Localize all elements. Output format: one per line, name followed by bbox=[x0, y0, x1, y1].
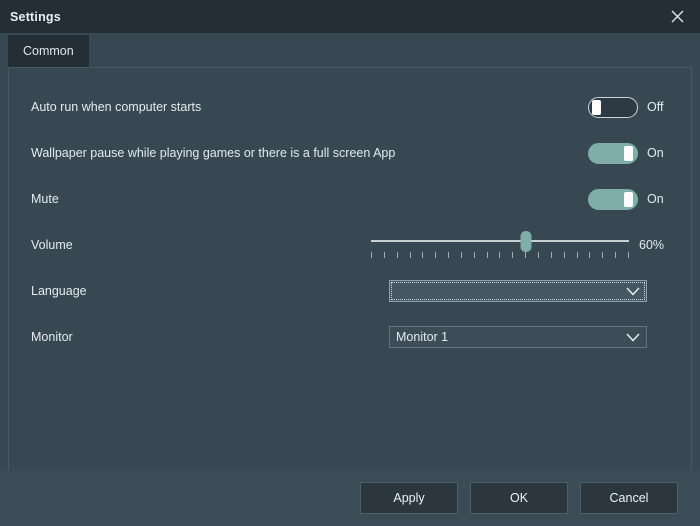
volume-tick bbox=[550, 252, 552, 258]
volume-tick bbox=[499, 252, 501, 258]
autorun-toggle-knob bbox=[592, 99, 601, 115]
wallpaper-pause-toggle-knob bbox=[624, 145, 633, 161]
volume-slider-track bbox=[371, 240, 629, 242]
mute-control: On bbox=[588, 188, 669, 210]
volume-tick bbox=[383, 252, 385, 258]
volume-tick bbox=[589, 252, 591, 258]
row-monitor: Monitor Monitor 1 bbox=[9, 314, 691, 360]
volume-tick bbox=[576, 252, 578, 258]
language-block bbox=[389, 280, 669, 302]
volume-label: Volume bbox=[31, 238, 73, 252]
window-title: Settings bbox=[10, 9, 61, 24]
row-mute: Mute On bbox=[9, 176, 691, 222]
mute-toggle[interactable]: On bbox=[588, 188, 669, 210]
volume-tick bbox=[615, 252, 617, 258]
volume-tick bbox=[422, 252, 424, 258]
mute-toggle-knob bbox=[624, 191, 633, 207]
monitor-select[interactable]: Monitor 1 bbox=[389, 326, 647, 348]
close-icon bbox=[671, 10, 684, 23]
volume-tick bbox=[460, 252, 462, 258]
apply-button[interactable]: Apply bbox=[360, 482, 458, 514]
volume-tick bbox=[396, 252, 398, 258]
volume-tick bbox=[512, 252, 514, 258]
volume-tick bbox=[371, 252, 372, 258]
monitor-label: Monitor bbox=[31, 330, 73, 344]
volume-tick bbox=[435, 252, 437, 258]
monitor-select-value: Monitor 1 bbox=[396, 330, 449, 344]
autorun-toggle[interactable]: Off bbox=[588, 96, 669, 118]
settings-panel: Auto run when computer starts Off Wallpa… bbox=[8, 67, 692, 470]
wallpaper-pause-label: Wallpaper pause while playing games or t… bbox=[31, 146, 396, 160]
mute-toggle-track[interactable] bbox=[588, 188, 638, 210]
row-volume: Volume 60% bbox=[9, 222, 691, 268]
volume-tick bbox=[525, 252, 527, 258]
autorun-label: Auto run when computer starts bbox=[31, 100, 202, 114]
autorun-toggle-track[interactable] bbox=[588, 96, 638, 118]
tab-strip: Common bbox=[0, 33, 700, 69]
chevron-down-icon[interactable] bbox=[620, 281, 646, 301]
autorun-toggle-state: Off bbox=[647, 100, 664, 114]
volume-tick bbox=[602, 252, 604, 258]
mute-toggle-state: On bbox=[647, 192, 664, 206]
title-bar: Settings bbox=[0, 0, 700, 33]
ok-button[interactable]: OK bbox=[470, 482, 568, 514]
autorun-control: Off bbox=[588, 96, 669, 118]
language-select[interactable] bbox=[389, 280, 647, 302]
tab-common[interactable]: Common bbox=[8, 35, 89, 69]
tab-common-label: Common bbox=[23, 44, 74, 58]
volume-tick bbox=[627, 252, 629, 258]
monitor-control: Monitor 1 bbox=[389, 326, 669, 348]
volume-tick bbox=[537, 252, 539, 258]
volume-slider[interactable] bbox=[371, 228, 629, 262]
row-language: Language bbox=[9, 268, 691, 314]
chevron-down-icon[interactable] bbox=[620, 327, 646, 347]
mute-label: Mute bbox=[31, 192, 59, 206]
language-label: Language bbox=[31, 284, 87, 298]
wallpaper-pause-toggle[interactable]: On bbox=[588, 142, 669, 164]
dialog-footer: Apply OK Cancel bbox=[0, 470, 700, 526]
close-button[interactable] bbox=[654, 0, 700, 33]
volume-slider-ticks bbox=[371, 252, 629, 258]
volume-value: 60% bbox=[639, 238, 665, 252]
volume-slider-area: 60% bbox=[371, 228, 669, 262]
wallpaper-pause-toggle-track[interactable] bbox=[588, 142, 638, 164]
wallpaper-pause-toggle-state: On bbox=[647, 146, 664, 160]
cancel-button[interactable]: Cancel bbox=[580, 482, 678, 514]
volume-tick bbox=[473, 252, 475, 258]
volume-slider-thumb[interactable] bbox=[520, 231, 532, 252]
row-wallpaper-pause: Wallpaper pause while playing games or t… bbox=[9, 130, 691, 176]
volume-control: 60% bbox=[371, 228, 669, 262]
wallpaper-pause-control: On bbox=[588, 142, 669, 164]
volume-tick bbox=[409, 252, 411, 258]
volume-tick bbox=[448, 252, 450, 258]
monitor-block: Monitor 1 bbox=[389, 326, 669, 348]
language-control bbox=[389, 280, 669, 302]
settings-window: Settings Common Auto run when computer s… bbox=[0, 0, 700, 526]
volume-tick bbox=[486, 252, 488, 258]
volume-tick bbox=[563, 252, 565, 258]
row-autorun: Auto run when computer starts Off bbox=[9, 84, 691, 130]
